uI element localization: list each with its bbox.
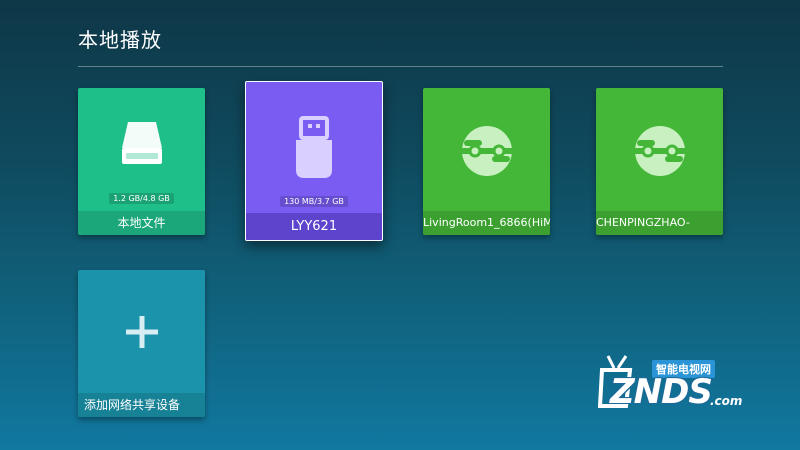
tile-add-network-share[interactable]: 添加网络共享设备	[78, 270, 205, 417]
watermark-suffix: .com	[710, 394, 743, 408]
tile-label: CHENPINGZHAO-	[596, 211, 723, 235]
tile-label: 本地文件	[78, 211, 205, 235]
tile-label: LYY621	[246, 213, 382, 240]
hard-drive-icon	[78, 118, 205, 170]
plus-icon	[78, 314, 205, 350]
tile-network-share-1[interactable]: LivingRoom1_6866(HiM	[423, 88, 550, 235]
watermark-en: ZNDS	[610, 372, 713, 412]
tile-usb-drive[interactable]: 130 MB/3.7 GB LYY621	[245, 81, 383, 241]
page-title: 本地播放	[78, 28, 162, 52]
storage-capacity: 130 MB/3.7 GB	[280, 196, 348, 207]
tile-label: 添加网络共享设备	[78, 393, 205, 417]
tile-network-share-2[interactable]: CHENPINGZHAO-	[596, 88, 723, 235]
usb-drive-icon	[246, 116, 382, 180]
network-share-icon	[596, 124, 723, 178]
tile-label: LivingRoom1_6866(HiM	[423, 211, 550, 235]
znds-watermark: 智能电视网 ZNDS .com	[592, 352, 762, 422]
network-share-icon	[423, 124, 550, 178]
tile-local-files[interactable]: 1.2 GB/4.8 GB 本地文件	[78, 88, 205, 235]
header-divider	[78, 66, 723, 67]
storage-capacity: 1.2 GB/4.8 GB	[109, 193, 174, 204]
